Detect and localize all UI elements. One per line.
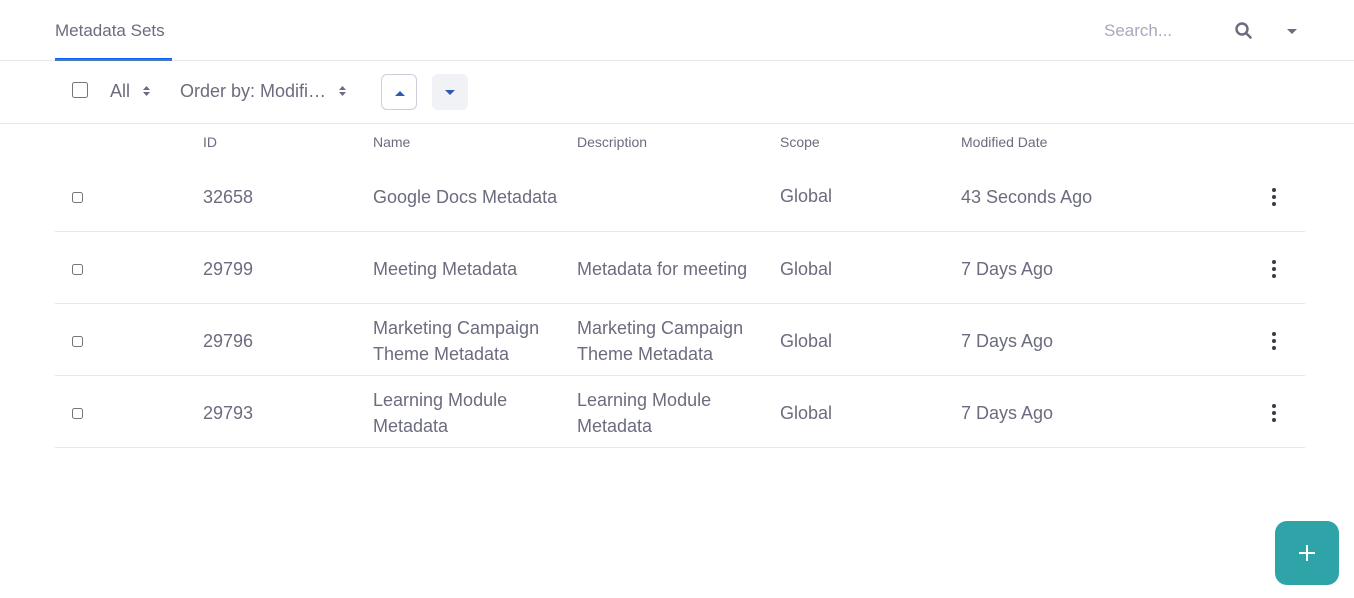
row-actions-button[interactable] <box>1263 328 1285 352</box>
table-header: ID Name Description Scope Modified Date <box>0 124 1354 162</box>
order-by-dropdown[interactable]: Order by: Modifi… <box>180 81 347 102</box>
row-description: Marketing Campaign Theme Metadata <box>577 315 743 367</box>
row-name-line: Google Docs Metadata <box>373 187 558 207</box>
sort-arrows-icon <box>339 86 347 97</box>
row-checkbox[interactable] <box>72 336 83 347</box>
row-modified-date: 7 Days Ago <box>961 259 1054 279</box>
row-id: 29799 <box>203 259 254 279</box>
table-row[interactable]: 29796 Marketing Campaign Theme Metadata … <box>55 304 1305 376</box>
row-description: Metadata for meeting <box>577 256 747 282</box>
column-header-scope: Scope <box>780 134 820 150</box>
table-row[interactable]: 29793 Learning Module Metadata Learning … <box>55 376 1305 448</box>
row-checkbox[interactable] <box>72 264 83 275</box>
column-header-id: ID <box>203 134 217 150</box>
row-name-line: Learning Module <box>373 390 508 410</box>
row-id: 29796 <box>203 331 254 351</box>
row-scope: Global <box>780 259 833 279</box>
tab-metadata-sets-label: Metadata Sets <box>55 21 165 40</box>
add-metadata-set-button[interactable] <box>1275 521 1339 585</box>
search-options-dropdown[interactable] <box>1282 20 1302 42</box>
kebab-menu-icon <box>1272 188 1276 206</box>
filter-label: All <box>110 81 131 101</box>
column-header-modified-date: Modified Date <box>961 134 1048 150</box>
caret-down-icon <box>1287 29 1297 34</box>
row-id: 29793 <box>203 403 254 423</box>
row-description-line: Metadata <box>577 416 653 436</box>
search-input[interactable] <box>1104 18 1224 44</box>
row-scope: Global <box>780 403 833 423</box>
row-checkbox[interactable] <box>72 408 83 419</box>
row-description-line: Marketing Campaign <box>577 318 744 338</box>
select-all-checkbox[interactable] <box>72 82 88 98</box>
row-name-line: Meeting Metadata <box>373 259 518 279</box>
row-description-line: Learning Module <box>577 390 712 410</box>
kebab-menu-icon <box>1272 332 1276 350</box>
row-name[interactable]: Marketing Campaign Theme Metadata <box>373 315 539 367</box>
navigation-bar: Metadata Sets <box>0 0 1354 61</box>
row-name[interactable]: Learning Module Metadata <box>373 387 507 439</box>
table-row[interactable]: 32658 Google Docs Metadata Global 43 Sec… <box>55 160 1305 232</box>
column-header-description: Description <box>577 134 648 150</box>
management-toolbar: All Order by: Modifi… <box>0 61 1354 124</box>
row-description-line: Theme Metadata <box>577 344 714 364</box>
row-modified-date: 7 Days Ago <box>961 403 1054 423</box>
row-name[interactable]: Meeting Metadata <box>373 256 517 282</box>
row-description: Learning Module Metadata <box>577 387 711 439</box>
caret-up-icon <box>395 91 405 96</box>
caret-down-icon <box>445 90 455 95</box>
plus-icon <box>1299 545 1315 561</box>
filter-dropdown[interactable]: All <box>110 81 151 102</box>
row-modified-date: 7 Days Ago <box>961 331 1054 351</box>
row-id: 32658 <box>203 187 254 207</box>
row-scope: Global <box>780 331 833 351</box>
row-actions-button[interactable] <box>1263 400 1285 424</box>
row-name-line: Metadata <box>373 416 449 436</box>
row-actions-button[interactable] <box>1263 256 1285 280</box>
row-name-line: Theme Metadata <box>373 344 510 364</box>
search-icon <box>1235 22 1252 39</box>
row-description-line: Metadata for meeting <box>577 259 748 279</box>
table-row[interactable]: 29799 Meeting Metadata Metadata for meet… <box>55 232 1305 304</box>
kebab-menu-icon <box>1272 260 1276 278</box>
sort-ascending-button[interactable] <box>381 74 417 110</box>
row-name-line: Marketing Campaign <box>373 318 540 338</box>
row-actions-button[interactable] <box>1263 184 1285 208</box>
sort-descending-button[interactable] <box>432 74 468 110</box>
column-header-name: Name <box>373 134 411 150</box>
row-name[interactable]: Google Docs Metadata <box>373 184 557 210</box>
kebab-menu-icon <box>1272 404 1276 422</box>
row-checkbox[interactable] <box>72 192 83 203</box>
search-button[interactable] <box>1232 19 1256 43</box>
order-by-label: Order by: Modifi… <box>180 81 327 101</box>
sort-arrows-icon <box>143 86 151 97</box>
row-modified-date: 43 Seconds Ago <box>961 187 1093 207</box>
tab-metadata-sets[interactable]: Metadata Sets <box>55 0 172 60</box>
row-scope: Global <box>780 186 833 206</box>
